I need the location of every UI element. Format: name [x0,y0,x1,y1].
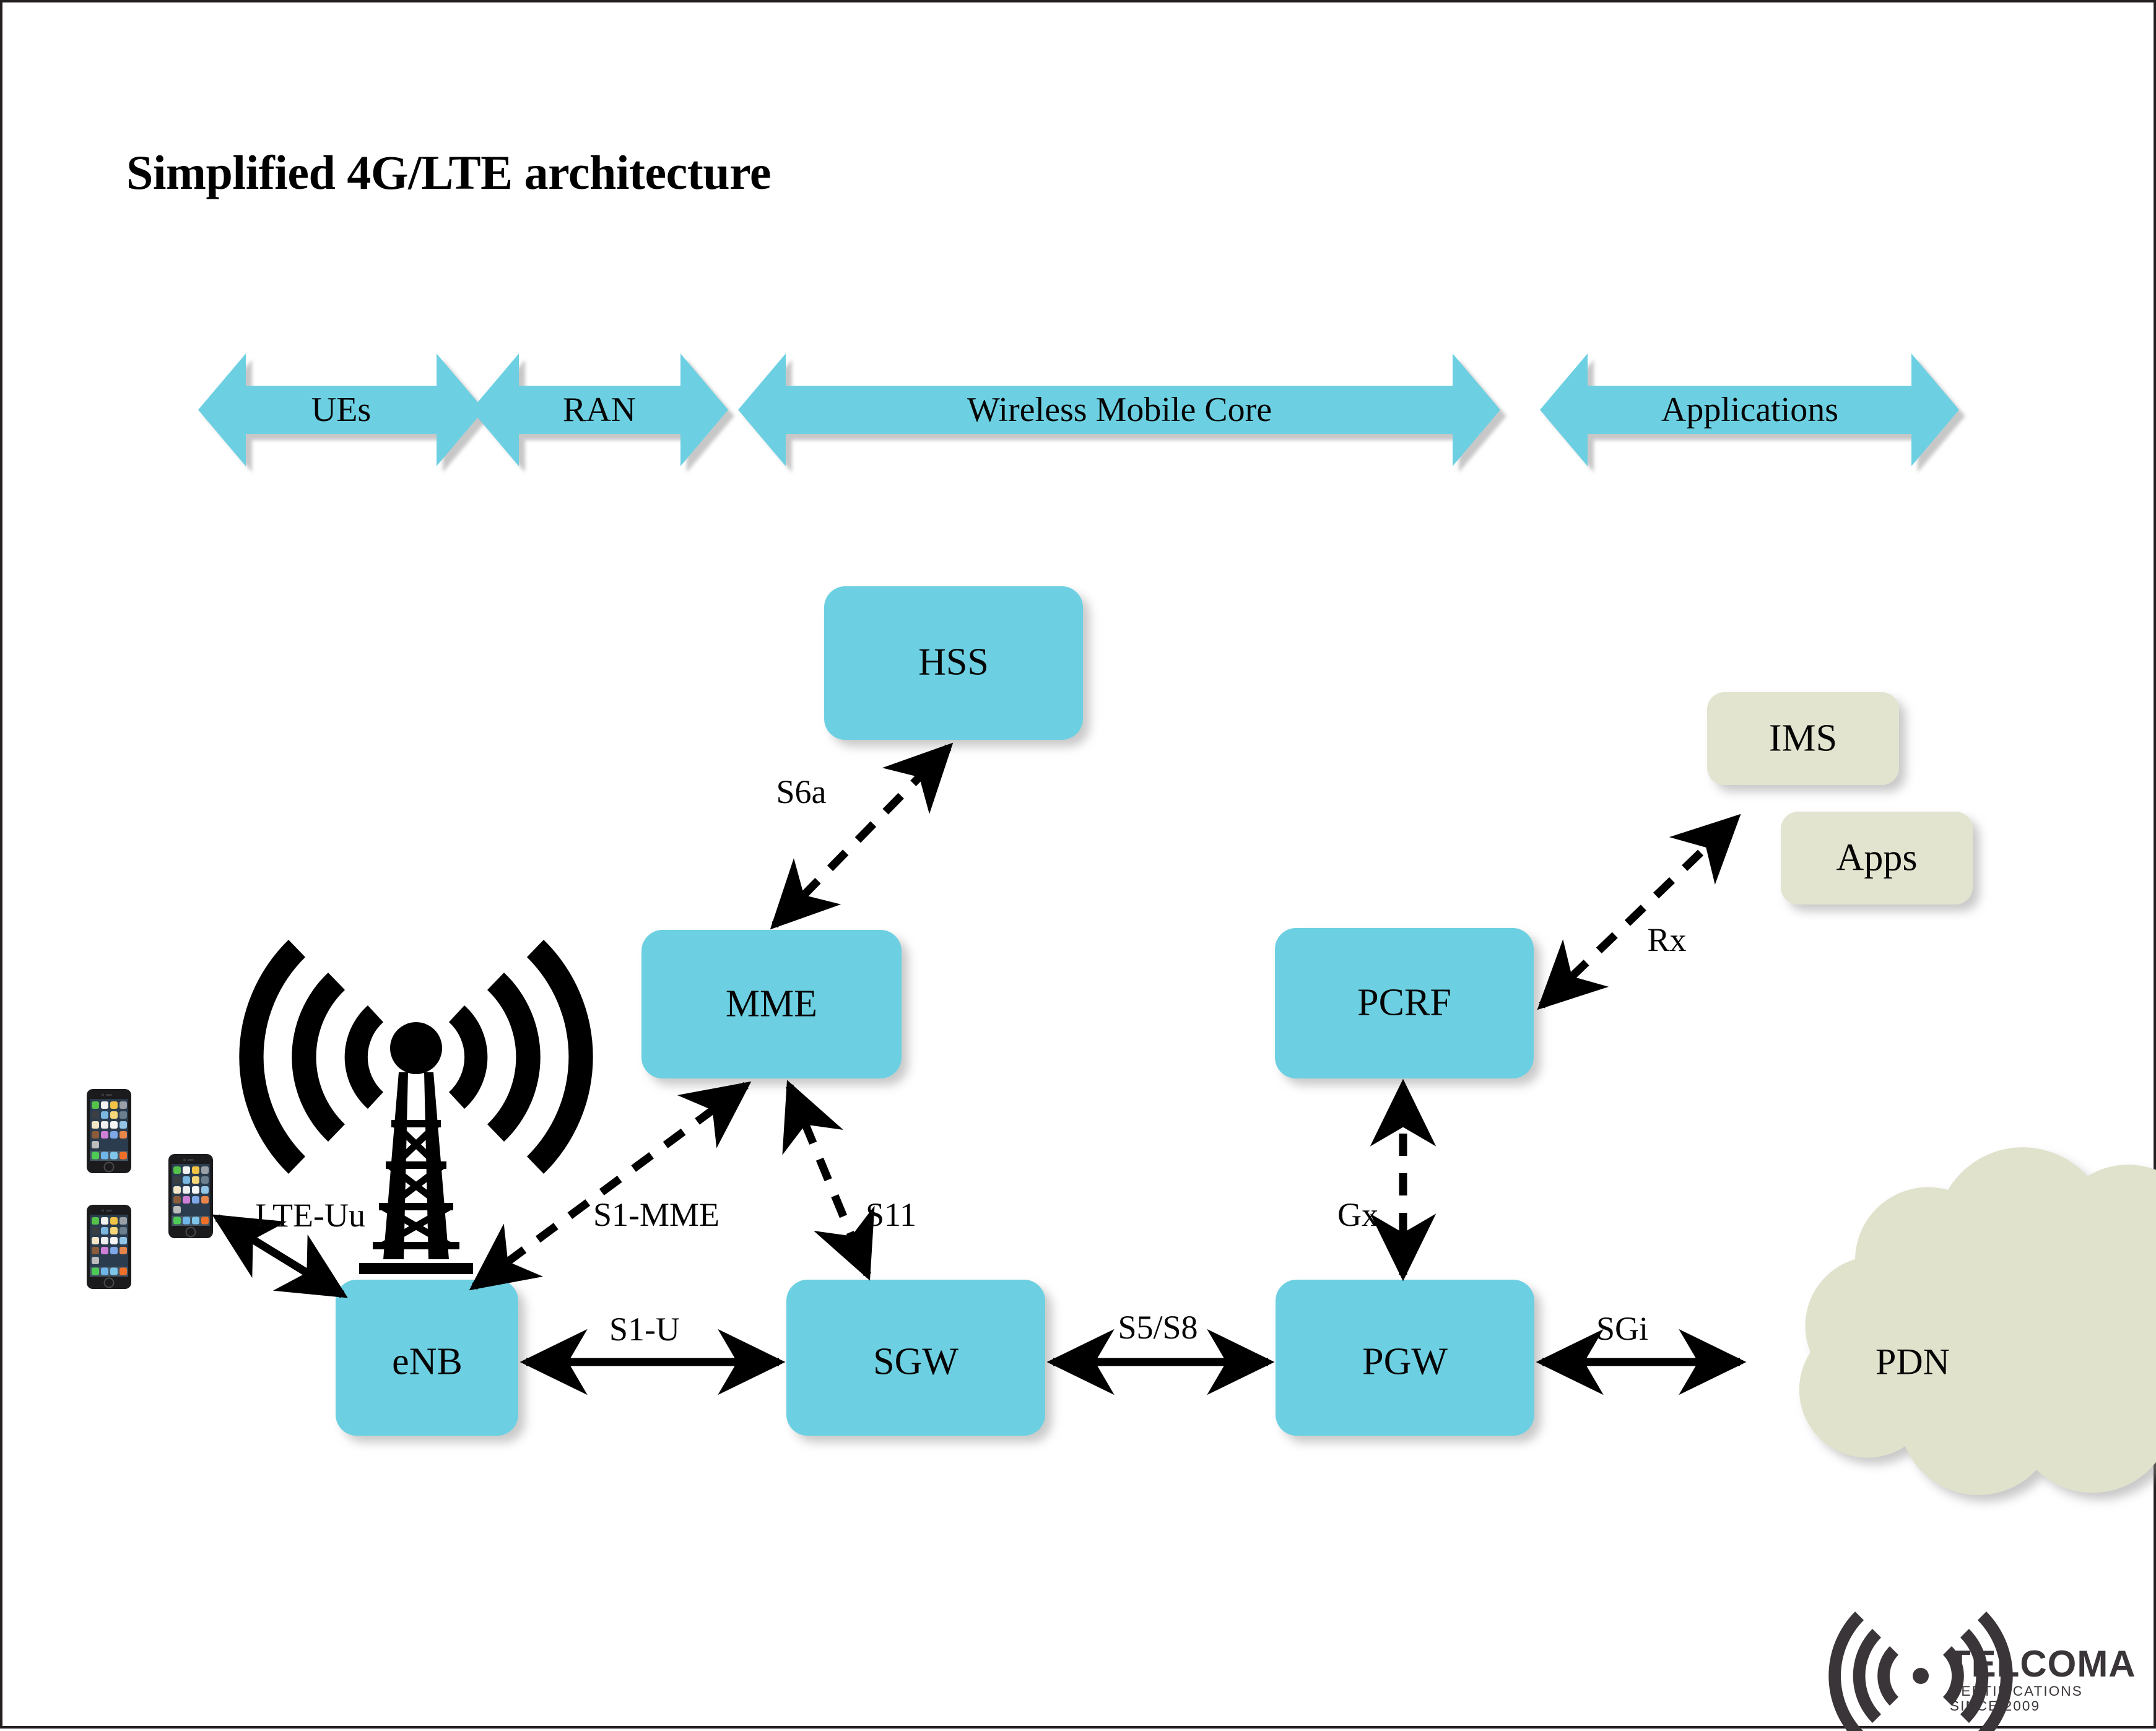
node-box-ims [1707,692,1899,785]
page-title: Simplified 4G/LTE architecture [126,145,771,199]
band-arrow-core [738,354,1500,466]
node-box-mme [641,930,902,1078]
smartphone-icon [87,1205,131,1289]
cell-tower-icon [239,940,593,1274]
logo-wordmark: TELCOMA [1948,1643,2136,1685]
band-arrow-ran [471,354,728,466]
node-box-enb [336,1280,518,1436]
node-box-sgw [786,1280,1045,1436]
pdn-cloud [1799,1147,2156,1495]
smartphone-icon [87,1089,131,1173]
logo-tagline: CERTIFICATIONS SINCE 2009 [1950,1683,2083,1714]
diagram-canvas: Simplified 4G/LTE architecture UEs RAN W… [0,0,2156,1731]
telcoma-logo: TELCOMA CERTIFICATIONS SINCE 2009 [1874,1643,2136,1714]
smartphone-icon [168,1154,213,1238]
node-box-pgw [1276,1280,1534,1436]
diagram-svg [87,354,2156,1731]
link-s11 [782,1080,875,1281]
node-box-apps [1781,812,1973,905]
link-s6a [770,742,954,930]
node-box-hss [824,586,1083,740]
band-arrow-applications [1540,354,1959,466]
link-lte-uu [212,1214,348,1298]
band-arrow-ues [198,354,484,466]
link-rx [1537,813,1741,1010]
node-box-pcrf [1275,928,1534,1078]
